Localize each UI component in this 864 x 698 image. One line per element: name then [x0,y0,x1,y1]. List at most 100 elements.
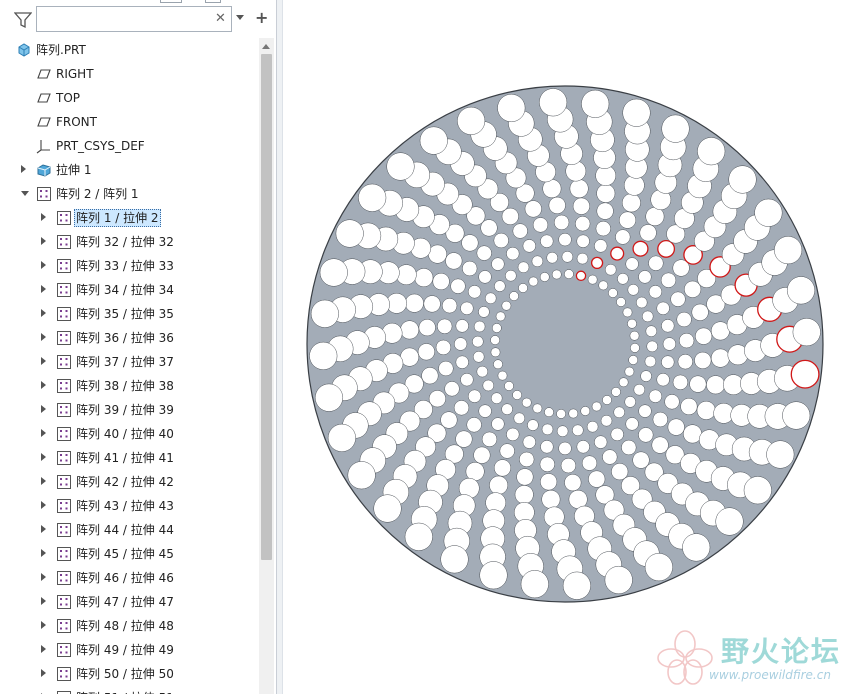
pattern-hole[interactable] [728,165,757,194]
expand-twisty-icon[interactable] [41,357,46,365]
pattern-hole[interactable] [495,311,506,322]
pattern-hole[interactable] [404,522,433,551]
pattern-hole[interactable] [678,332,695,349]
tree-row[interactable]: 阵列 2 / 阵列 1 [0,182,258,206]
pattern-hole[interactable] [478,404,492,418]
pattern-hole[interactable] [569,179,589,199]
tree-row[interactable]: 阵列 46 / 拉伸 46 [0,566,258,590]
pattern-hole[interactable] [481,431,498,447]
pattern-hole[interactable] [572,424,584,437]
pattern-hole[interactable] [581,455,598,471]
pattern-hole[interactable] [661,355,675,369]
pattern-hole[interactable] [656,373,670,387]
pattern-hole[interactable] [423,295,441,313]
pattern-hole[interactable] [314,383,344,412]
expand-twisty-icon[interactable] [41,333,46,341]
pattern-hole[interactable] [618,211,637,229]
tree-row[interactable]: 阵列 42 / 拉伸 42 [0,470,258,494]
pattern-hole[interactable] [706,375,726,395]
pattern-hole[interactable] [661,319,675,333]
pattern-hole[interactable] [774,236,803,265]
expand-twisty-icon[interactable] [41,381,46,389]
pattern-hole[interactable] [480,219,498,237]
pattern-hole[interactable] [489,475,509,495]
pattern-hole[interactable] [541,489,561,509]
pattern-hole[interactable] [628,355,639,365]
selected-pattern-hole[interactable] [590,256,604,270]
pattern-hole[interactable] [587,274,598,285]
pattern-hole[interactable] [600,414,613,427]
pattern-hole[interactable] [539,88,568,117]
pattern-hole[interactable] [519,451,535,468]
pattern-hole[interactable] [440,545,469,574]
pattern-hole[interactable] [505,269,517,282]
pattern-hole[interactable] [615,229,631,245]
selected-pattern-hole[interactable] [632,240,649,257]
pattern-hole[interactable] [696,400,716,420]
pattern-hole[interactable] [501,403,513,415]
pattern-hole[interactable] [548,196,566,214]
pattern-hole[interactable] [560,457,577,474]
pattern-hole[interactable] [556,409,566,419]
pattern-hole[interactable] [680,397,698,416]
pattern-hole[interactable] [516,468,534,486]
pattern-hole[interactable] [621,439,637,456]
pattern-hole[interactable] [648,389,663,403]
pattern-hole[interactable] [319,258,348,287]
pattern-hole[interactable] [608,288,618,298]
pattern-hole[interactable] [629,330,640,341]
pattern-hole[interactable] [621,193,641,213]
tree-row[interactable]: RIGHT [0,62,258,86]
pattern-hole[interactable] [499,443,515,459]
pattern-hole[interactable] [527,419,539,431]
selected-pattern-hole[interactable] [575,270,587,282]
pattern-hole[interactable] [460,301,474,315]
pattern-hole[interactable] [645,325,658,337]
pattern-hole[interactable] [710,348,730,368]
pattern-hole[interactable] [540,473,558,491]
pattern-hole[interactable] [414,268,434,288]
pattern-hole[interactable] [633,383,646,396]
pattern-hole[interactable] [428,244,447,264]
pattern-hole[interactable] [460,373,474,387]
pattern-hole[interactable] [400,320,420,340]
pattern-hole[interactable] [596,202,614,220]
pattern-hole[interactable] [428,390,446,408]
pattern-hole[interactable] [576,440,590,454]
pattern-hole[interactable] [490,335,500,345]
pattern-hole[interactable] [656,301,670,315]
pattern-hole[interactable] [676,311,692,328]
pattern-hole[interactable] [444,381,460,397]
pattern-hole[interactable] [491,323,502,333]
selected-pattern-hole[interactable] [610,246,625,261]
pattern-hole[interactable] [472,351,485,363]
pattern-hole[interactable] [520,570,549,599]
pattern-hole[interactable] [683,424,702,444]
pattern-hole[interactable] [493,232,509,249]
pattern-hole[interactable] [478,270,492,284]
pattern-hole[interactable] [418,319,436,337]
pattern-hole[interactable] [766,440,795,469]
pattern-hole[interactable] [522,435,536,449]
pattern-hole[interactable] [641,310,654,323]
expand-twisty-icon[interactable] [41,405,46,413]
pattern-hole[interactable] [638,427,654,443]
pattern-hole[interactable] [506,427,520,442]
pattern-hole[interactable] [453,400,470,416]
pattern-hole[interactable] [694,351,712,369]
pattern-hole[interactable] [517,261,530,274]
pattern-hole[interactable] [473,446,491,464]
pattern-hole[interactable] [558,232,572,247]
pattern-hole[interactable] [591,401,602,412]
tree-row[interactable]: 阵列 48 / 拉伸 48 [0,614,258,638]
filter-icon[interactable] [14,11,32,29]
pattern-hole[interactable] [611,387,621,397]
expand-twisty-icon[interactable] [41,525,46,533]
pattern-hole[interactable] [490,347,501,358]
pattern-hole[interactable] [462,260,478,277]
pattern-hole[interactable] [604,565,633,595]
tree-row[interactable]: 阵列 36 / 拉伸 36 [0,326,258,350]
pattern-hole[interactable] [518,283,528,293]
pattern-hole[interactable] [327,423,356,452]
pattern-hole[interactable] [491,417,505,431]
